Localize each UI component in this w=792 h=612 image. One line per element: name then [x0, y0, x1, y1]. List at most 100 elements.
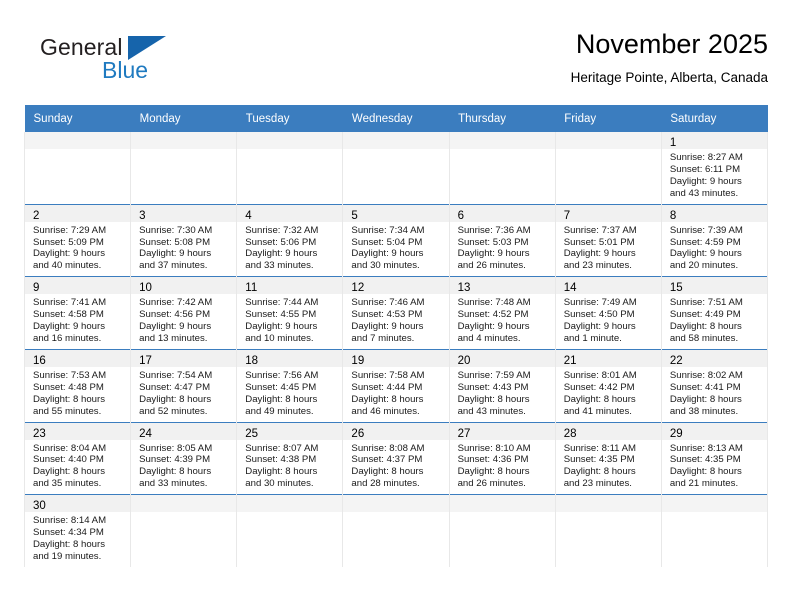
sunset-text: Sunset: 4:56 PM	[139, 309, 211, 321]
daylight-text: Daylight: 8 hours	[351, 466, 424, 478]
day-details: Sunrise: 8:02 AM Sunset: 4:41 PM Daylight:…	[662, 367, 767, 422]
calendar-day-cell[interactable]: 4 Sunrise: 7:32 AM Sunset: 5:06 PM Daylight…	[236, 203, 344, 277]
daylight-text: Daylight: 8 hours	[563, 466, 636, 478]
day-details: Sunrise: 7:42 AM Sunset: 4:56 PM Daylight:…	[131, 294, 236, 349]
calendar-day-cell[interactable]: 20 Sunrise: 7:59 AM Sunset: 4:43 PM Dayligh…	[448, 348, 556, 422]
day-number: 24	[139, 427, 152, 440]
calendar-day-cell[interactable]: 15 Sunrise: 7:51 AM Sunset: 4:49 PM Dayligh…	[660, 276, 769, 350]
day-number-band: 7	[555, 204, 661, 222]
day-details: Sunrise: 7:54 AM Sunset: 4:47 PM Daylight:…	[131, 367, 236, 422]
day-number-band	[449, 495, 555, 513]
day-details: Sunrise: 7:39 AM Sunset: 4:59 PM Daylight:…	[662, 222, 767, 277]
daylight-minutes-text: and 16 minutes.	[33, 332, 102, 344]
calendar-day-cell[interactable]: 17 Sunrise: 7:54 AM Sunset: 4:47 PM Dayligh…	[130, 348, 238, 422]
day-number-band: 8	[661, 204, 767, 222]
calendar-cell-empty	[342, 494, 450, 567]
calendar-week-row: 16 Sunrise: 7:53 AM Sunset: 4:48 PM Dayligh…	[23, 348, 769, 422]
day-details	[662, 512, 767, 519]
day-number-band: 27	[449, 422, 555, 440]
day-number: 28	[563, 427, 577, 440]
calendar-cell-empty	[554, 132, 662, 205]
calendar-day-cell[interactable]: 18 Sunrise: 7:56 AM Sunset: 4:45 PM Dayligh…	[236, 348, 344, 422]
daylight-minutes-text: and 21 minutes.	[669, 478, 739, 490]
calendar-day-cell[interactable]: 10 Sunrise: 7:42 AM Sunset: 4:56 PM Dayligh…	[130, 276, 238, 350]
day-number: 4	[245, 209, 252, 222]
daylight-minutes-text: and 33 minutes.	[245, 260, 314, 272]
logo-text-blue: Blue	[102, 57, 149, 83]
day-number-band: 16	[25, 349, 131, 367]
page-header: General Blue November 2025 Heritage Poin…	[24, 28, 768, 100]
calendar-day-cell[interactable]: 11 Sunrise: 7:44 AM Sunset: 4:55 PM Dayligh…	[236, 276, 344, 350]
day-details: Sunrise: 8:05 AM Sunset: 4:39 PM Daylight:…	[131, 440, 236, 495]
daylight-text: Daylight: 8 hours	[245, 466, 318, 478]
sunset-text: Sunset: 4:42 PM	[563, 381, 635, 393]
calendar-day-cell[interactable]: 19 Sunrise: 7:58 AM Sunset: 4:44 PM Dayligh…	[342, 348, 450, 422]
calendar-day-cell[interactable]: 30 Sunrise: 8:14 AM Sunset: 4:34 PM Dayligh…	[23, 494, 132, 567]
day-number-band: 23	[25, 422, 131, 440]
calendar-day-cell[interactable]: 8 Sunrise: 7:39 AM Sunset: 4:59 PM Daylight…	[660, 203, 769, 277]
calendar-day-cell[interactable]: 21 Sunrise: 8:01 AM Sunset: 4:42 PM Dayligh…	[554, 348, 662, 422]
daylight-minutes-text: and 41 minutes.	[563, 405, 632, 417]
calendar-day-cell[interactable]: 28 Sunrise: 8:11 AM Sunset: 4:35 PM Dayligh…	[554, 421, 662, 495]
calendar-day-cell[interactable]: 7 Sunrise: 7:37 AM Sunset: 5:01 PM Daylight…	[554, 203, 662, 277]
sunset-text: Sunset: 4:38 PM	[245, 454, 317, 466]
day-details	[556, 149, 661, 156]
daylight-text: Daylight: 8 hours	[33, 538, 105, 550]
daylight-minutes-text: and 30 minutes.	[245, 478, 314, 490]
day-number-band: 15	[661, 277, 767, 295]
sunrise-text: Sunrise: 8:14 AM	[33, 515, 107, 527]
calendar-day-cell[interactable]: 29 Sunrise: 8:13 AM Sunset: 4:35 PM Dayligh…	[660, 421, 769, 495]
day-details: Sunrise: 8:27 AM Sunset: 6:11 PM Daylight:…	[662, 149, 767, 204]
calendar-day-cell[interactable]: 22 Sunrise: 8:02 AM Sunset: 4:41 PM Dayligh…	[660, 348, 769, 422]
calendar-cell-empty	[130, 494, 238, 567]
daylight-text: Daylight: 9 hours	[245, 248, 318, 260]
calendar-day-cell[interactable]: 12 Sunrise: 7:46 AM Sunset: 4:53 PM Dayligh…	[342, 276, 450, 350]
daylight-text: Daylight: 9 hours	[351, 321, 424, 333]
sunset-text: Sunset: 4:37 PM	[351, 454, 423, 466]
day-number-band	[449, 132, 555, 149]
calendar-day-cell[interactable]: 14 Sunrise: 7:49 AM Sunset: 4:50 PM Dayligh…	[554, 276, 662, 350]
sunrise-text: Sunrise: 7:29 AM	[33, 224, 107, 236]
day-number-band: 13	[449, 277, 555, 295]
daylight-minutes-text: and 35 minutes.	[33, 478, 102, 490]
daylight-minutes-text: and 1 minute.	[563, 332, 622, 344]
day-details: Sunrise: 7:58 AM Sunset: 4:44 PM Daylight:…	[343, 367, 448, 422]
calendar-day-cell[interactable]: 24 Sunrise: 8:05 AM Sunset: 4:39 PM Dayligh…	[130, 421, 238, 495]
sunset-text: Sunset: 4:59 PM	[669, 236, 741, 248]
calendar-day-cell[interactable]: 23 Sunrise: 8:04 AM Sunset: 4:40 PM Dayligh…	[23, 421, 132, 495]
calendar-day-cell[interactable]: 9 Sunrise: 7:41 AM Sunset: 4:58 PM Daylight…	[23, 276, 132, 350]
daylight-minutes-text: and 52 minutes.	[139, 405, 208, 417]
calendar-day-cell[interactable]: 6 Sunrise: 7:36 AM Sunset: 5:03 PM Daylight…	[448, 203, 556, 277]
sunset-text: Sunset: 6:11 PM	[669, 163, 741, 175]
daylight-minutes-text: and 55 minutes.	[33, 405, 102, 417]
calendar-day-cell[interactable]: 26 Sunrise: 8:08 AM Sunset: 4:37 PM Dayligh…	[342, 421, 450, 495]
day-details: Sunrise: 7:48 AM Sunset: 4:52 PM Daylight:…	[450, 294, 555, 349]
day-number-band: 25	[237, 422, 343, 440]
day-number: 14	[563, 282, 577, 295]
daylight-text: Daylight: 8 hours	[669, 393, 742, 405]
day-number-band: 14	[555, 277, 661, 295]
calendar-day-cell[interactable]: 1 Sunrise: 8:27 AM Sunset: 6:11 PM Daylight…	[660, 132, 769, 205]
daylight-minutes-text: and 38 minutes.	[669, 405, 739, 417]
calendar-day-cell[interactable]: 5 Sunrise: 7:34 AM Sunset: 5:04 PM Daylight…	[342, 203, 450, 277]
calendar-day-cell[interactable]: 3 Sunrise: 7:30 AM Sunset: 5:08 PM Daylight…	[130, 203, 238, 277]
calendar-day-cell[interactable]: 2 Sunrise: 7:29 AM Sunset: 5:09 PM Daylight…	[23, 203, 132, 277]
day-details: Sunrise: 8:13 AM Sunset: 4:35 PM Daylight:…	[662, 440, 767, 495]
daylight-text: Daylight: 9 hours	[457, 248, 530, 260]
daylight-text: Daylight: 8 hours	[669, 466, 742, 478]
daylight-minutes-text: and 7 minutes.	[351, 332, 415, 344]
sunrise-text: Sunrise: 8:05 AM	[139, 442, 213, 454]
sunset-text: Sunset: 5:01 PM	[563, 236, 635, 248]
calendar-day-cell[interactable]: 16 Sunrise: 7:53 AM Sunset: 4:48 PM Dayligh…	[23, 348, 132, 422]
day-details: Sunrise: 8:01 AM Sunset: 4:42 PM Daylight:…	[556, 367, 661, 422]
calendar-day-cell[interactable]: 13 Sunrise: 7:48 AM Sunset: 4:52 PM Dayligh…	[448, 276, 556, 350]
calendar-week-row: 23 Sunrise: 8:04 AM Sunset: 4:40 PM Dayligh…	[23, 421, 769, 495]
daylight-minutes-text: and 58 minutes.	[669, 332, 739, 344]
day-number: 20	[457, 354, 471, 367]
day-number-band: 29	[661, 422, 767, 440]
general-blue-logo[interactable]: General Blue	[40, 34, 170, 90]
calendar-day-cell[interactable]: 25 Sunrise: 8:07 AM Sunset: 4:38 PM Dayligh…	[236, 421, 344, 495]
day-details	[556, 512, 661, 519]
calendar-day-cell[interactable]: 27 Sunrise: 8:10 AM Sunset: 4:36 PM Dayligh…	[448, 421, 556, 495]
day-number: 12	[351, 282, 365, 295]
